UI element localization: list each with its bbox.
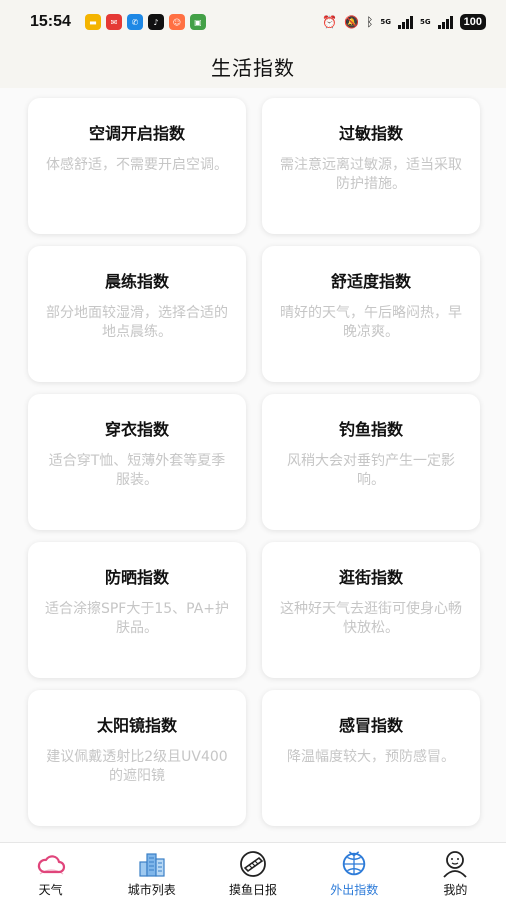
page-title: 生活指数 [211,55,295,80]
game-app-icon: ☺ [168,14,185,30]
card-title: 空调开启指数 [88,124,185,143]
card-exercise-index[interactable]: 晨练指数 部分地面较湿滑，选择合适的地点晨练。 [28,246,246,382]
card-ac-index[interactable]: 空调开启指数 体感舒适，不需要开启空调。 [28,98,246,234]
tab-label: 天气 [38,883,63,897]
card-allergy-index[interactable]: 过敏指数 需注意远离过敏源，适当采取防护措施。 [262,98,480,234]
card-title: 钓鱼指数 [338,420,403,439]
card-desc: 降温幅度较大，预防感冒。 [287,749,455,765]
card-title: 晨练指数 [104,272,169,291]
mail-app-icon: ✉ [105,14,122,30]
signal-icon-2 [437,15,453,29]
card-desc: 需注意远离过敏源，适当采取防护措施。 [280,157,462,192]
card-title: 穿衣指数 [104,420,169,439]
user-icon [440,849,470,879]
card-cold-index[interactable]: 感冒指数 降温幅度较大，预防感冒。 [262,690,480,826]
card-desc: 晴好的天气，午后略闷热，早晚凉爽。 [280,305,462,340]
network-type-2: 5G [420,17,431,26]
card-title: 太阳镜指数 [96,716,177,735]
card-title: 舒适度指数 [330,272,411,291]
tab-label: 外出指数 [330,883,379,897]
card-desc: 风稍大会对垂钓产生一定影响。 [287,453,455,488]
card-title: 逛街指数 [338,568,403,587]
card-desc: 这种好天气去逛街可使身心畅快放松。 [280,601,462,636]
card-desc: 部分地面较湿滑，选择合适的地点晨练。 [46,305,228,340]
mute-icon: 🔕 [344,15,360,29]
fish-icon [238,849,268,879]
car-app-icon: ▬ [84,14,101,30]
tab-fish-daily[interactable]: 摸鱼日报 [202,843,303,900]
card-desc: 适合涂擦SPF大于15、PA+护肤品。 [44,601,230,636]
card-desc: 体感舒适，不需要开启空调。 [46,157,228,173]
tiktok-app-icon: ♪ [147,14,164,30]
tab-label: 城市列表 [127,883,176,897]
notification-icons: ▬ ✉ ✆ ♪ ☺ ▣ [84,14,206,30]
tab-outing-index[interactable]: 外出指数 [304,843,405,900]
battery-icon: 100 [459,14,486,30]
card-dressing-index[interactable]: 穿衣指数 适合穿T恤、短薄外套等夏季服装。 [28,394,246,530]
tab-label: 摸鱼日报 [229,883,278,897]
app-header: 生活指数 [0,44,506,88]
alarm-icon: ⏰ [322,15,338,29]
index-grid: 空调开启指数 体感舒适，不需要开启空调。 过敏指数 需注意远离过敏源，适当采取防… [28,98,480,826]
card-title: 防晒指数 [104,568,169,587]
city-icon [137,849,167,879]
calendar-app-icon: ▣ [189,14,206,30]
card-sunglasses-index[interactable]: 太阳镜指数 建议佩戴透射比2级且UV400的遮阳镜 [28,690,246,826]
card-title: 感冒指数 [338,716,403,735]
system-icons: ⏰ 🔕 ᛒ 5G 5G 100 [322,14,486,30]
status-time: 15:54 [30,13,71,30]
bottom-tab-bar: 天气 城市列表 摸鱼日报 外出指数 我的 [0,842,506,900]
card-comfort-index[interactable]: 舒适度指数 晴好的天气，午后略闷热，早晚凉爽。 [262,246,480,382]
card-title: 过敏指数 [338,124,403,143]
signal-icon [398,15,414,29]
network-type: 5G [380,17,392,26]
tab-weather[interactable]: 天气 [0,843,101,900]
card-shopping-index[interactable]: 逛街指数 这种好天气去逛街可使身心畅快放松。 [262,542,480,678]
card-sunscreen-index[interactable]: 防晒指数 适合涂擦SPF大于15、PA+护肤品。 [28,542,246,678]
tab-mine[interactable]: 我的 [405,843,506,900]
phone-app-icon: ✆ [126,14,143,30]
cloud-icon [36,849,66,879]
globe-icon [339,849,369,879]
tab-city-list[interactable]: 城市列表 [101,843,202,900]
tab-label: 我的 [443,883,468,897]
status-bar: 15:54 ▬ ✉ ✆ ♪ ☺ ▣ ⏰ 🔕 ᛒ 5G 5G 100 [0,0,506,44]
card-fishing-index[interactable]: 钓鱼指数 风稍大会对垂钓产生一定影响。 [262,394,480,530]
bluetooth-icon: ᛒ [366,15,374,29]
card-desc: 建议佩戴透射比2级且UV400的遮阳镜 [46,749,228,784]
card-desc: 适合穿T恤、短薄外套等夏季服装。 [48,453,226,488]
